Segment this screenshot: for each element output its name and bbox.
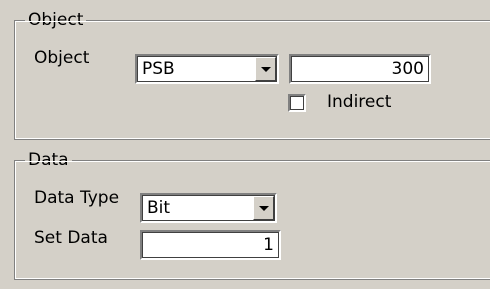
indirect-checkbox[interactable] [288,94,306,112]
object-type-combobox[interactable]: PSB [135,54,279,84]
object-type-dropdown-button[interactable] [255,57,276,81]
object-address-value: 300 [391,59,424,79]
data-type-value: Bit [147,198,171,218]
data-type-dropdown-button[interactable] [253,196,274,220]
indirect-label[interactable]: Indirect [327,91,391,113]
set-data-label: Set Data [34,228,108,248]
object-label: Object [34,48,90,68]
object-group-title: Object [25,9,87,31]
chevron-down-icon [260,66,271,72]
set-data-value: 1 [263,235,274,255]
data-group-title: Data [25,149,72,171]
set-data-field[interactable]: 1 [140,230,281,260]
object-address-field[interactable]: 300 [289,54,431,84]
data-type-label: Data Type [34,188,120,208]
chevron-down-icon [258,205,269,211]
object-type-value: PSB [142,59,175,79]
data-type-combobox[interactable]: Bit [140,193,277,223]
